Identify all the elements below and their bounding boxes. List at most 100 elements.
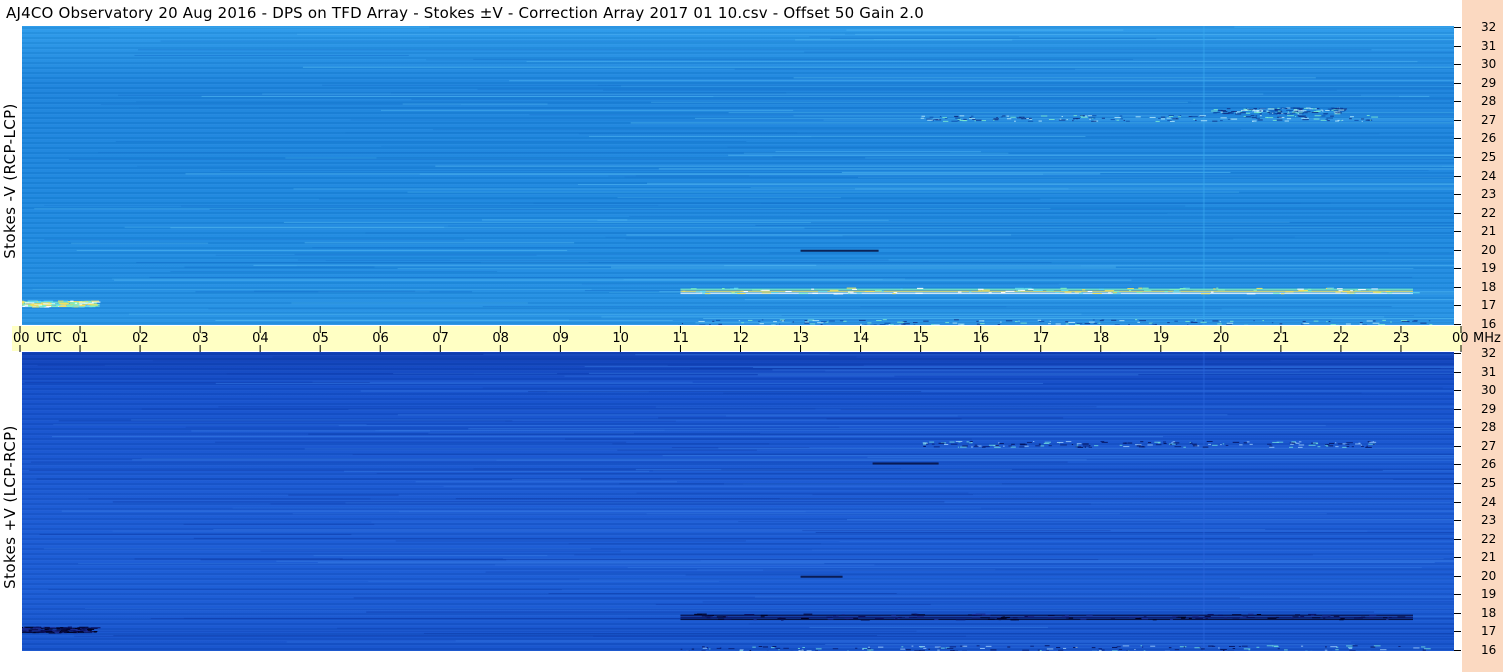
feature-speckle: [1333, 615, 1340, 617]
texture-line: [208, 308, 1222, 310]
feature-speckle: [77, 301, 85, 303]
texture-line: [825, 644, 1355, 646]
texture-line: [468, 428, 1454, 430]
feature-speckle: [1058, 119, 1066, 121]
feature-speckle: [829, 320, 835, 322]
feature-speckle: [1183, 646, 1186, 648]
feature-speckle: [46, 306, 51, 308]
feature-speckle: [1048, 323, 1051, 325]
feature-speckle: [1189, 441, 1191, 443]
feature-speckle: [1148, 322, 1153, 324]
feature-speckle: [1253, 107, 1257, 109]
feature-speckle: [1226, 108, 1231, 110]
feature-speckle: [804, 321, 810, 323]
feature-speckle: [779, 323, 781, 325]
feature-speckle: [939, 116, 942, 118]
texture-line: [160, 40, 1454, 42]
feature-speckle: [864, 290, 875, 292]
feature-speckle: [940, 647, 945, 649]
freq-tick-mark: [1454, 64, 1461, 66]
freq-tick-label: 27: [1481, 112, 1497, 127]
feature-speckle: [1055, 291, 1060, 293]
feature-speckle: [972, 118, 976, 120]
feature-speckle: [931, 443, 935, 445]
feature-speckle: [1286, 110, 1293, 112]
feature-speckle: [48, 302, 52, 304]
feature-speckle: [1276, 119, 1283, 121]
feature-speckle: [1190, 321, 1194, 323]
feature-speckle: [1089, 118, 1091, 120]
feature-speckle: [1368, 289, 1379, 291]
texture-line: [270, 503, 1091, 505]
feature-speckle: [1006, 115, 1010, 117]
feature-speckle: [1277, 112, 1282, 114]
feature-speckle: [1249, 443, 1253, 445]
feature-speckle: [1066, 617, 1069, 619]
feature-speckle: [1252, 120, 1254, 122]
feature-speckle: [758, 645, 763, 647]
texture-line: [313, 555, 548, 557]
freq-tick-mark: [1454, 231, 1461, 233]
feature-speckle: [1325, 118, 1329, 120]
feature-speckle: [938, 442, 945, 444]
freq-tick-label: 20: [1481, 568, 1497, 583]
texture-line: [485, 571, 840, 573]
feature-speckle: [811, 288, 815, 290]
feature-speckle: [28, 305, 33, 307]
texture-line: [529, 114, 1454, 116]
texture-line: [793, 77, 1316, 79]
feature-speckle: [1320, 119, 1327, 121]
feature-speckle: [1111, 319, 1117, 321]
feature-speckle: [957, 291, 962, 293]
feature-speckle: [1174, 320, 1178, 322]
feature-speckle: [1266, 117, 1274, 119]
texture-line: [750, 186, 1454, 188]
feature-speckle: [680, 648, 683, 650]
feature-speckle: [969, 442, 973, 444]
feature-speckle: [862, 647, 868, 649]
feature-speckle: [897, 321, 905, 323]
feature-speckle: [815, 648, 822, 650]
feature-speckle: [1382, 319, 1386, 321]
feature-speckle: [1194, 119, 1197, 121]
texture-line: [728, 112, 1454, 114]
freq-tick-label: 24: [1481, 494, 1497, 509]
utc-tick-label: 14: [852, 331, 870, 346]
feature-speckle: [931, 324, 935, 325]
feature-speckle: [1284, 113, 1287, 115]
texture-line: [319, 198, 1041, 200]
feature-speckle: [923, 647, 927, 649]
feature-speckle: [860, 323, 862, 325]
texture-line: [584, 366, 1454, 368]
feature-speckle: [1349, 650, 1356, 651]
feature-speckle: [1284, 649, 1288, 651]
feature-speckle: [911, 645, 914, 647]
texture-line: [213, 529, 1266, 531]
feature-speckle: [1179, 288, 1186, 290]
feature-speckle: [30, 304, 39, 306]
feature-speckle: [1333, 110, 1340, 112]
feature-speckle: [1334, 111, 1341, 113]
feature-speckle: [1200, 321, 1207, 323]
feature-speckle: [980, 617, 990, 619]
freq-tick-label: 29: [1481, 75, 1497, 90]
texture-line: [793, 115, 1201, 117]
feature-speckle: [1304, 116, 1308, 118]
feature-speckle: [1046, 648, 1054, 650]
feature-speckle: [752, 646, 756, 648]
feature-speckle: [846, 287, 857, 289]
texture-line: [579, 578, 1454, 580]
feature-speckle: [1219, 321, 1222, 323]
feature-speckle: [1323, 113, 1327, 115]
feature-speckle: [775, 647, 781, 649]
freq-tick-mark: [1454, 371, 1461, 373]
utc-tick-label: 19: [1152, 331, 1170, 346]
feature-speckle: [1119, 115, 1123, 117]
utc-tick-label: 02: [132, 331, 149, 346]
texture-line: [37, 364, 864, 366]
feature-speckle: [900, 648, 906, 650]
feature-speckle: [1098, 648, 1102, 650]
utc-tick-label: 05: [312, 331, 329, 346]
feature-speckle: [1008, 445, 1013, 447]
texture-line: [723, 392, 1362, 394]
